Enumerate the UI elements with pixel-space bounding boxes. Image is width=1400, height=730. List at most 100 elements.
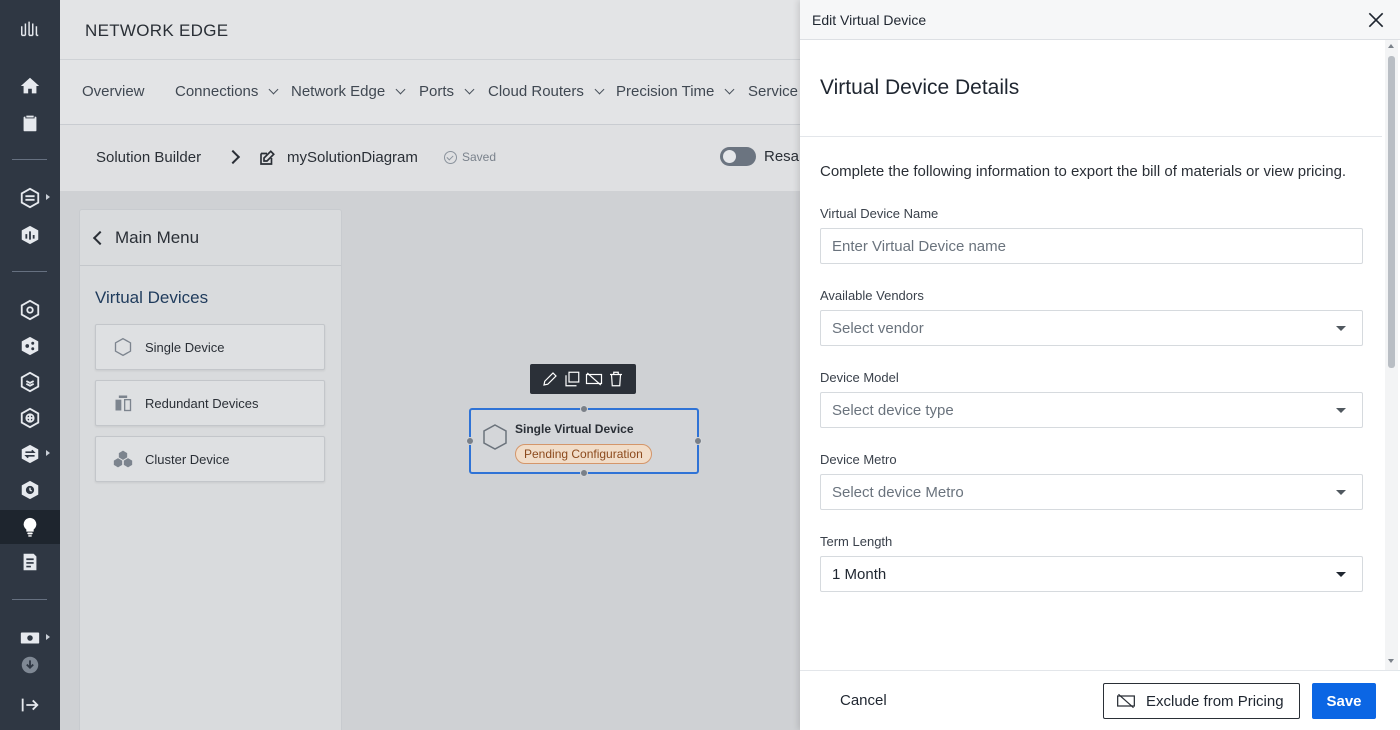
- app-title: NETWORK EDGE: [85, 21, 229, 40]
- vendor-select[interactable]: Select vendor: [820, 310, 1363, 346]
- nav-connections[interactable]: Connections: [175, 83, 279, 100]
- layers-icon[interactable]: [0, 366, 60, 398]
- section-heading: Virtual Device Details: [820, 76, 1020, 99]
- section-title: Virtual Devices: [95, 288, 209, 307]
- equinix-logo-icon[interactable]: [0, 13, 60, 45]
- nav-precision-time[interactable]: Precision Time: [616, 83, 735, 100]
- single-device-card[interactable]: Single Device: [95, 324, 325, 370]
- nav-overview[interactable]: Overview: [82, 83, 145, 100]
- drawer-body: Virtual Device Details Complete the foll…: [800, 40, 1400, 670]
- main-nav: Overview Connections Network Edge Ports …: [60, 60, 811, 125]
- exchange-icon[interactable]: [0, 438, 60, 470]
- device-name-label: Virtual Device Name: [820, 206, 939, 221]
- nav-label: Cloud Routers: [488, 83, 584, 100]
- topology-icon[interactable]: [0, 330, 60, 362]
- saved-label: Saved: [462, 150, 497, 164]
- exclude-label: Exclude from Pricing: [1146, 692, 1284, 710]
- breadcrumb-solution-builder[interactable]: Solution Builder: [96, 149, 201, 166]
- home-icon[interactable]: [0, 70, 60, 102]
- app-header: NETWORK EDGE: [60, 0, 800, 60]
- clock-icon[interactable]: [0, 474, 60, 506]
- card-label: Single Device: [145, 339, 225, 355]
- nav-label: Ports: [419, 83, 455, 100]
- kubernetes-icon[interactable]: [0, 294, 60, 326]
- diagram-canvas[interactable]: Main Menu Virtual Devices Single Device …: [60, 191, 800, 730]
- exclude-pricing-icon: [1117, 693, 1135, 709]
- chevron-down-icon: [268, 84, 279, 95]
- device-name-input[interactable]: Enter Virtual Device name: [820, 228, 1363, 264]
- scroll-up-icon[interactable]: [1388, 44, 1394, 48]
- model-label: Device Model: [820, 370, 899, 385]
- dropdown-arrow-icon: [1336, 572, 1346, 577]
- connector-handle[interactable]: [694, 437, 702, 445]
- breadcrumb-bar: Solution Builder mySolutionDiagram Saved…: [60, 125, 803, 191]
- cluster-device-card[interactable]: Cluster Device: [95, 436, 325, 482]
- metro-select[interactable]: Select device Metro: [820, 474, 1363, 510]
- chevron-down-icon: [594, 84, 605, 95]
- card-label: Redundant Devices: [145, 395, 259, 411]
- main-menu-back-button[interactable]: Main Menu: [92, 228, 200, 248]
- nav-label: Network Edge: [291, 83, 386, 100]
- redundant-devices-card[interactable]: Redundant Devices: [95, 380, 325, 426]
- scroll-down-icon[interactable]: [1388, 659, 1394, 663]
- intro-text: Complete the following information to ex…: [820, 163, 1347, 180]
- edit-name-icon[interactable]: [258, 149, 276, 167]
- chevron-left-icon: [92, 230, 108, 246]
- term-value: 1 Month: [832, 565, 887, 583]
- duplicate-icon[interactable]: [563, 370, 581, 388]
- scrollbar-thumb[interactable]: [1388, 56, 1395, 368]
- node-toolbar: [530, 364, 636, 394]
- drawer-scrollbar[interactable]: [1385, 40, 1398, 670]
- model-placeholder: Select device type: [832, 401, 954, 419]
- dropdown-arrow-icon: [1336, 490, 1346, 495]
- save-button[interactable]: Save: [1312, 683, 1376, 719]
- connector-handle[interactable]: [580, 405, 588, 413]
- edit-icon[interactable]: [541, 370, 559, 388]
- collapse-rail-icon[interactable]: [0, 689, 60, 721]
- metro-placeholder: Select device Metro: [832, 483, 964, 501]
- drawer-header: Edit Virtual Device: [800, 0, 1400, 40]
- drawer-footer: Cancel Exclude from Pricing Save: [800, 670, 1400, 730]
- vendor-label: Available Vendors: [820, 288, 924, 303]
- document-icon[interactable]: [0, 546, 60, 578]
- device-name-placeholder: Enter Virtual Device name: [832, 237, 1006, 255]
- hexagon-icon: [114, 337, 132, 357]
- cancel-button[interactable]: Cancel: [840, 692, 887, 709]
- card-label: Cluster Device: [145, 451, 230, 467]
- exclude-from-pricing-button[interactable]: Exclude from Pricing: [1103, 683, 1300, 719]
- cluster-icon: [113, 450, 133, 468]
- nav-label: Precision Time: [616, 83, 715, 100]
- chevron-down-icon: [464, 84, 475, 95]
- nav-cloud-routers[interactable]: Cloud Routers: [488, 83, 605, 100]
- status-badge: Pending Configuration: [515, 444, 652, 464]
- resale-toggle-label: Resal: [764, 148, 803, 165]
- back-label: Main Menu: [115, 228, 200, 247]
- close-icon[interactable]: [1366, 10, 1386, 30]
- model-select[interactable]: Select device type: [820, 392, 1363, 428]
- billing-icon[interactable]: [0, 622, 60, 654]
- node-title: Single Virtual Device: [515, 422, 634, 436]
- clipboard-icon[interactable]: [0, 107, 60, 139]
- redundant-devices-icon: [115, 395, 132, 412]
- analytics-icon[interactable]: [0, 219, 60, 251]
- nav-ports[interactable]: Ports: [419, 83, 475, 100]
- dropdown-arrow-icon: [1336, 408, 1346, 413]
- resale-toggle[interactable]: [720, 147, 756, 166]
- term-select[interactable]: 1 Month: [820, 556, 1363, 592]
- network-edge-icon[interactable]: [0, 182, 60, 214]
- edit-device-drawer: Edit Virtual Device Virtual Device Detai…: [800, 0, 1400, 730]
- diagram-name[interactable]: mySolutionDiagram: [287, 149, 418, 166]
- download-icon[interactable]: [0, 652, 60, 678]
- globe-icon[interactable]: [0, 402, 60, 434]
- chevron-right-icon: [225, 149, 241, 165]
- exclude-pricing-icon[interactable]: [585, 370, 603, 388]
- component-menu: Main Menu Virtual Devices Single Device …: [80, 210, 341, 730]
- check-circle-icon: [444, 150, 457, 164]
- lightbulb-icon[interactable]: [0, 510, 60, 544]
- single-virtual-device-node[interactable]: Single Virtual Device Pending Configurat…: [466, 405, 702, 477]
- connector-handle[interactable]: [466, 437, 474, 445]
- delete-icon[interactable]: [607, 370, 625, 388]
- vendor-placeholder: Select vendor: [832, 319, 924, 337]
- nav-network-edge[interactable]: Network Edge: [291, 83, 406, 100]
- connector-handle[interactable]: [580, 469, 588, 477]
